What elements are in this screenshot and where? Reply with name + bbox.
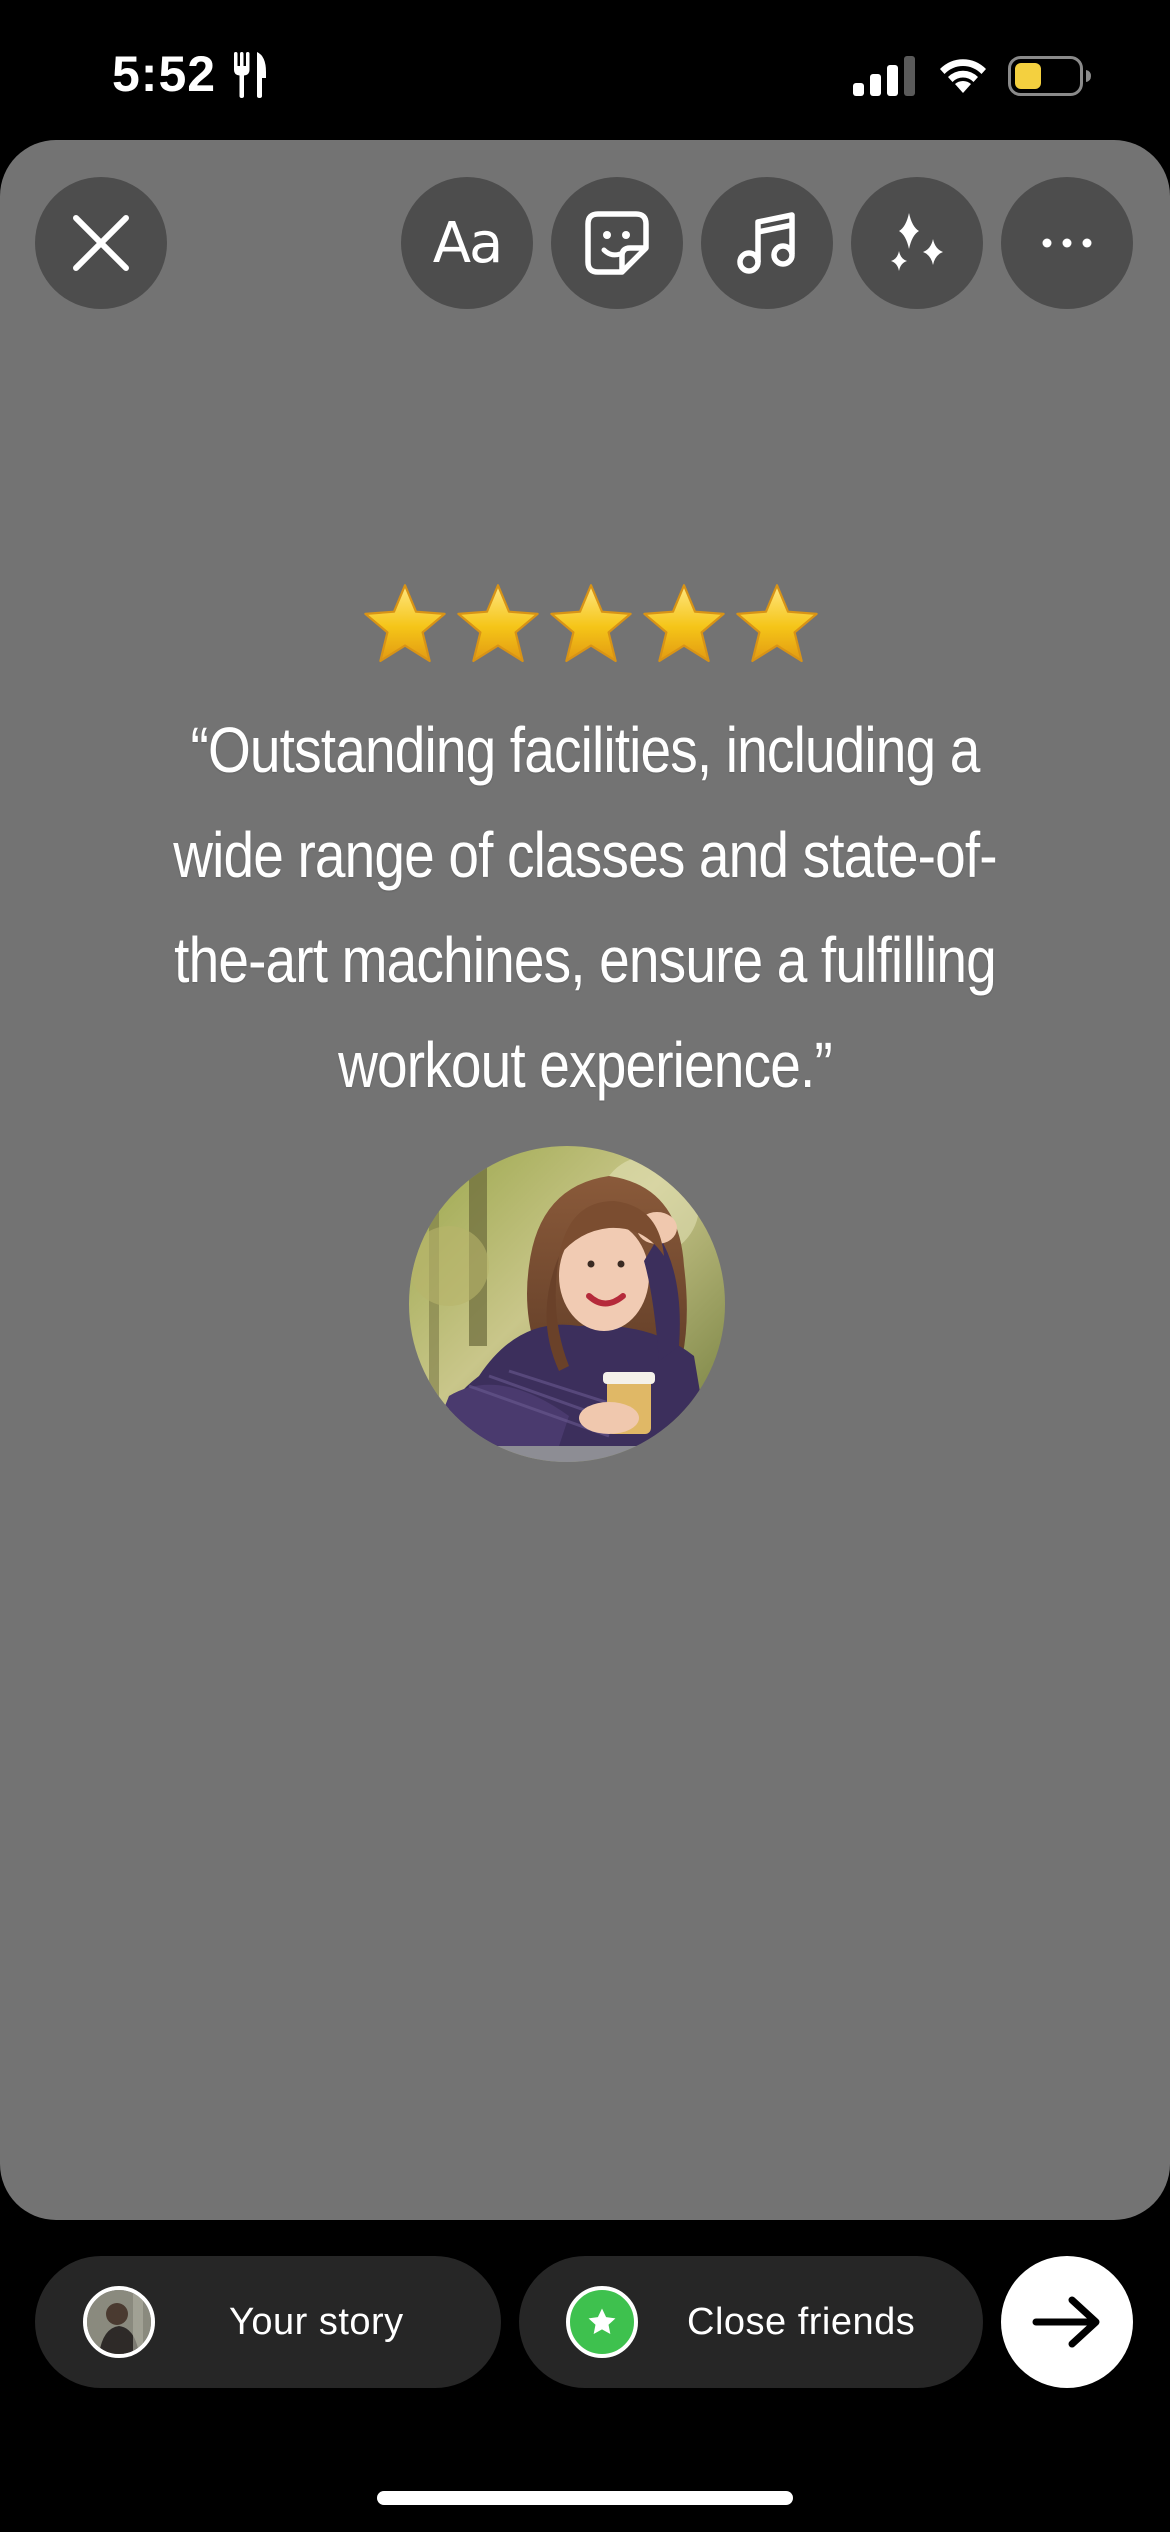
music-button[interactable] [701, 177, 833, 309]
reviewer-portrait-image [409, 1146, 725, 1462]
close-friends-button[interactable]: Close friends [519, 2256, 983, 2388]
sticker-button[interactable] [551, 177, 683, 309]
cellular-signal-icon [853, 56, 915, 96]
text-tool-label: Aa [432, 210, 504, 276]
wifi-icon [940, 59, 986, 93]
arrow-right-icon [1032, 2296, 1100, 2348]
next-button[interactable] [1001, 2256, 1133, 2388]
close-button[interactable] [35, 177, 167, 309]
star-icon [736, 584, 818, 663]
battery-low-icon [1008, 56, 1091, 96]
fork-knife-icon [234, 52, 266, 98]
star-icon [550, 584, 632, 663]
review-quote: “Outstanding facilities, including a wid… [173, 714, 997, 1101]
sticker-icon [585, 211, 649, 275]
status-bar: 5:52 [0, 0, 1170, 140]
star-icon [643, 584, 725, 663]
effects-button[interactable] [851, 177, 983, 309]
your-story-label: Your story [229, 2301, 404, 2343]
home-indicator[interactable] [377, 2491, 793, 2505]
reviewer-photo [409, 1146, 725, 1462]
music-note-icon [737, 212, 795, 274]
more-button[interactable] [1001, 177, 1133, 309]
story-canvas[interactable]: Aa “Outstanding facilities, including a … [0, 140, 1170, 2220]
your-story-button[interactable]: Your story [35, 2256, 501, 2388]
sparkles-icon [891, 213, 943, 271]
rating-stars [361, 580, 821, 676]
status-time: 5:52 [112, 46, 217, 102]
close-friends-star-icon [566, 2286, 638, 2358]
more-icon [1042, 238, 1092, 248]
close-friends-label: Close friends [687, 2301, 916, 2343]
profile-avatar [83, 2286, 155, 2358]
star-icon [457, 584, 539, 663]
text-tool-button[interactable]: Aa [401, 177, 533, 309]
close-icon [73, 215, 129, 271]
star-icon [364, 584, 446, 663]
